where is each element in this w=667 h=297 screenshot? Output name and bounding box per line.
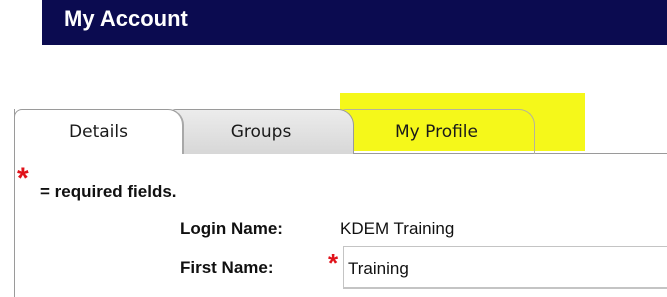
required-asterisk-icon: *: [17, 162, 29, 195]
tab-strip: My Profile Groups Details: [0, 0, 667, 160]
tab-my-profile-label: My Profile: [395, 122, 478, 142]
login-name-label: Login Name:: [180, 219, 283, 238]
first-name-label: First Name:: [180, 258, 274, 277]
tab-details[interactable]: Details: [14, 109, 184, 154]
first-name-field-underline: [343, 288, 667, 289]
first-name-required-icon: *: [328, 248, 339, 278]
first-name-field[interactable]: [343, 246, 667, 288]
tab-groups[interactable]: Groups: [168, 109, 354, 154]
required-fields-note: = required fields.: [40, 182, 177, 201]
tab-my-profile[interactable]: My Profile: [338, 109, 535, 154]
login-name-value: KDEM Training: [340, 219, 455, 238]
tab-details-label: Details: [69, 122, 128, 142]
tab-groups-label: Groups: [230, 122, 292, 142]
